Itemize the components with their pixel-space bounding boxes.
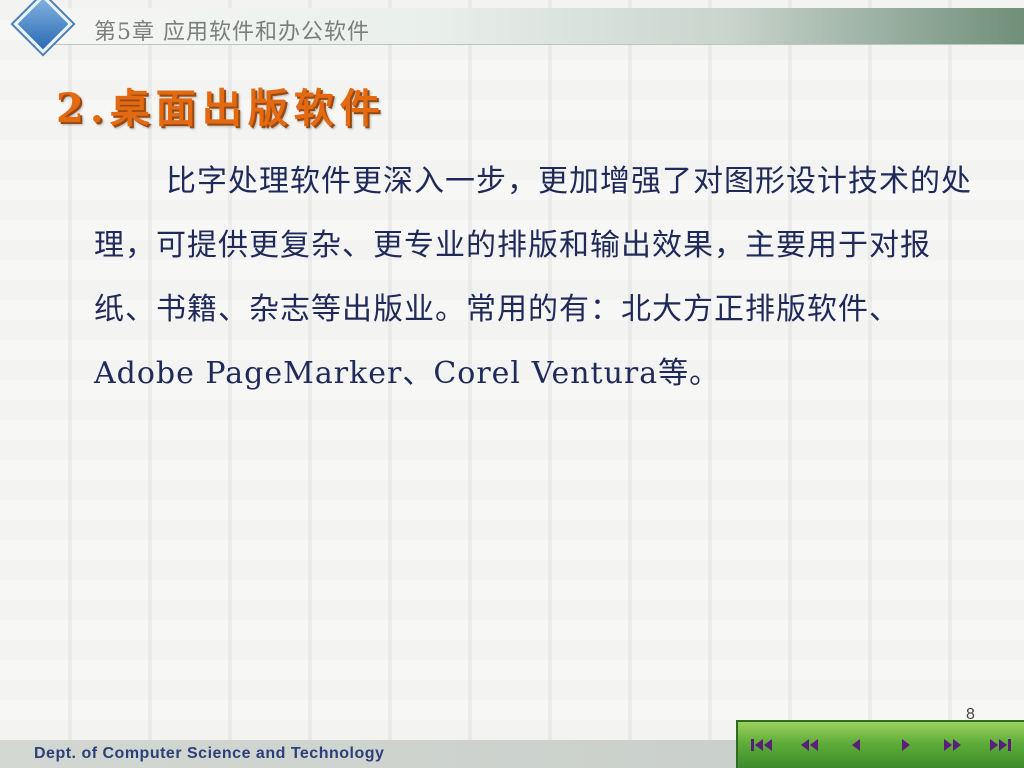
chevron-left-icon	[852, 739, 860, 751]
department-footer: Dept. of Computer Science and Technology	[34, 745, 385, 762]
last-slide-button[interactable]	[982, 734, 1018, 756]
fast-forward-icon	[944, 739, 961, 751]
skip-to-end-icon	[990, 739, 1011, 751]
slide-paragraph: 比字处理软件更深入一步，更加增强了对图形设计技术的处理，可提供更复杂、更专业的排…	[94, 164, 972, 391]
previous-slide-button[interactable]	[838, 734, 874, 756]
next-slide-button[interactable]	[888, 734, 924, 756]
first-slide-button[interactable]	[744, 734, 780, 756]
skip-to-start-icon	[751, 739, 772, 751]
next-section-button[interactable]	[934, 734, 970, 756]
chapter-title: 第5章 应用软件和办公软件	[94, 20, 370, 45]
chevron-right-icon	[902, 739, 910, 751]
previous-section-button[interactable]	[792, 734, 828, 756]
rewind-icon	[801, 739, 818, 751]
slide-heading: 2.桌面出版软件	[56, 85, 386, 132]
